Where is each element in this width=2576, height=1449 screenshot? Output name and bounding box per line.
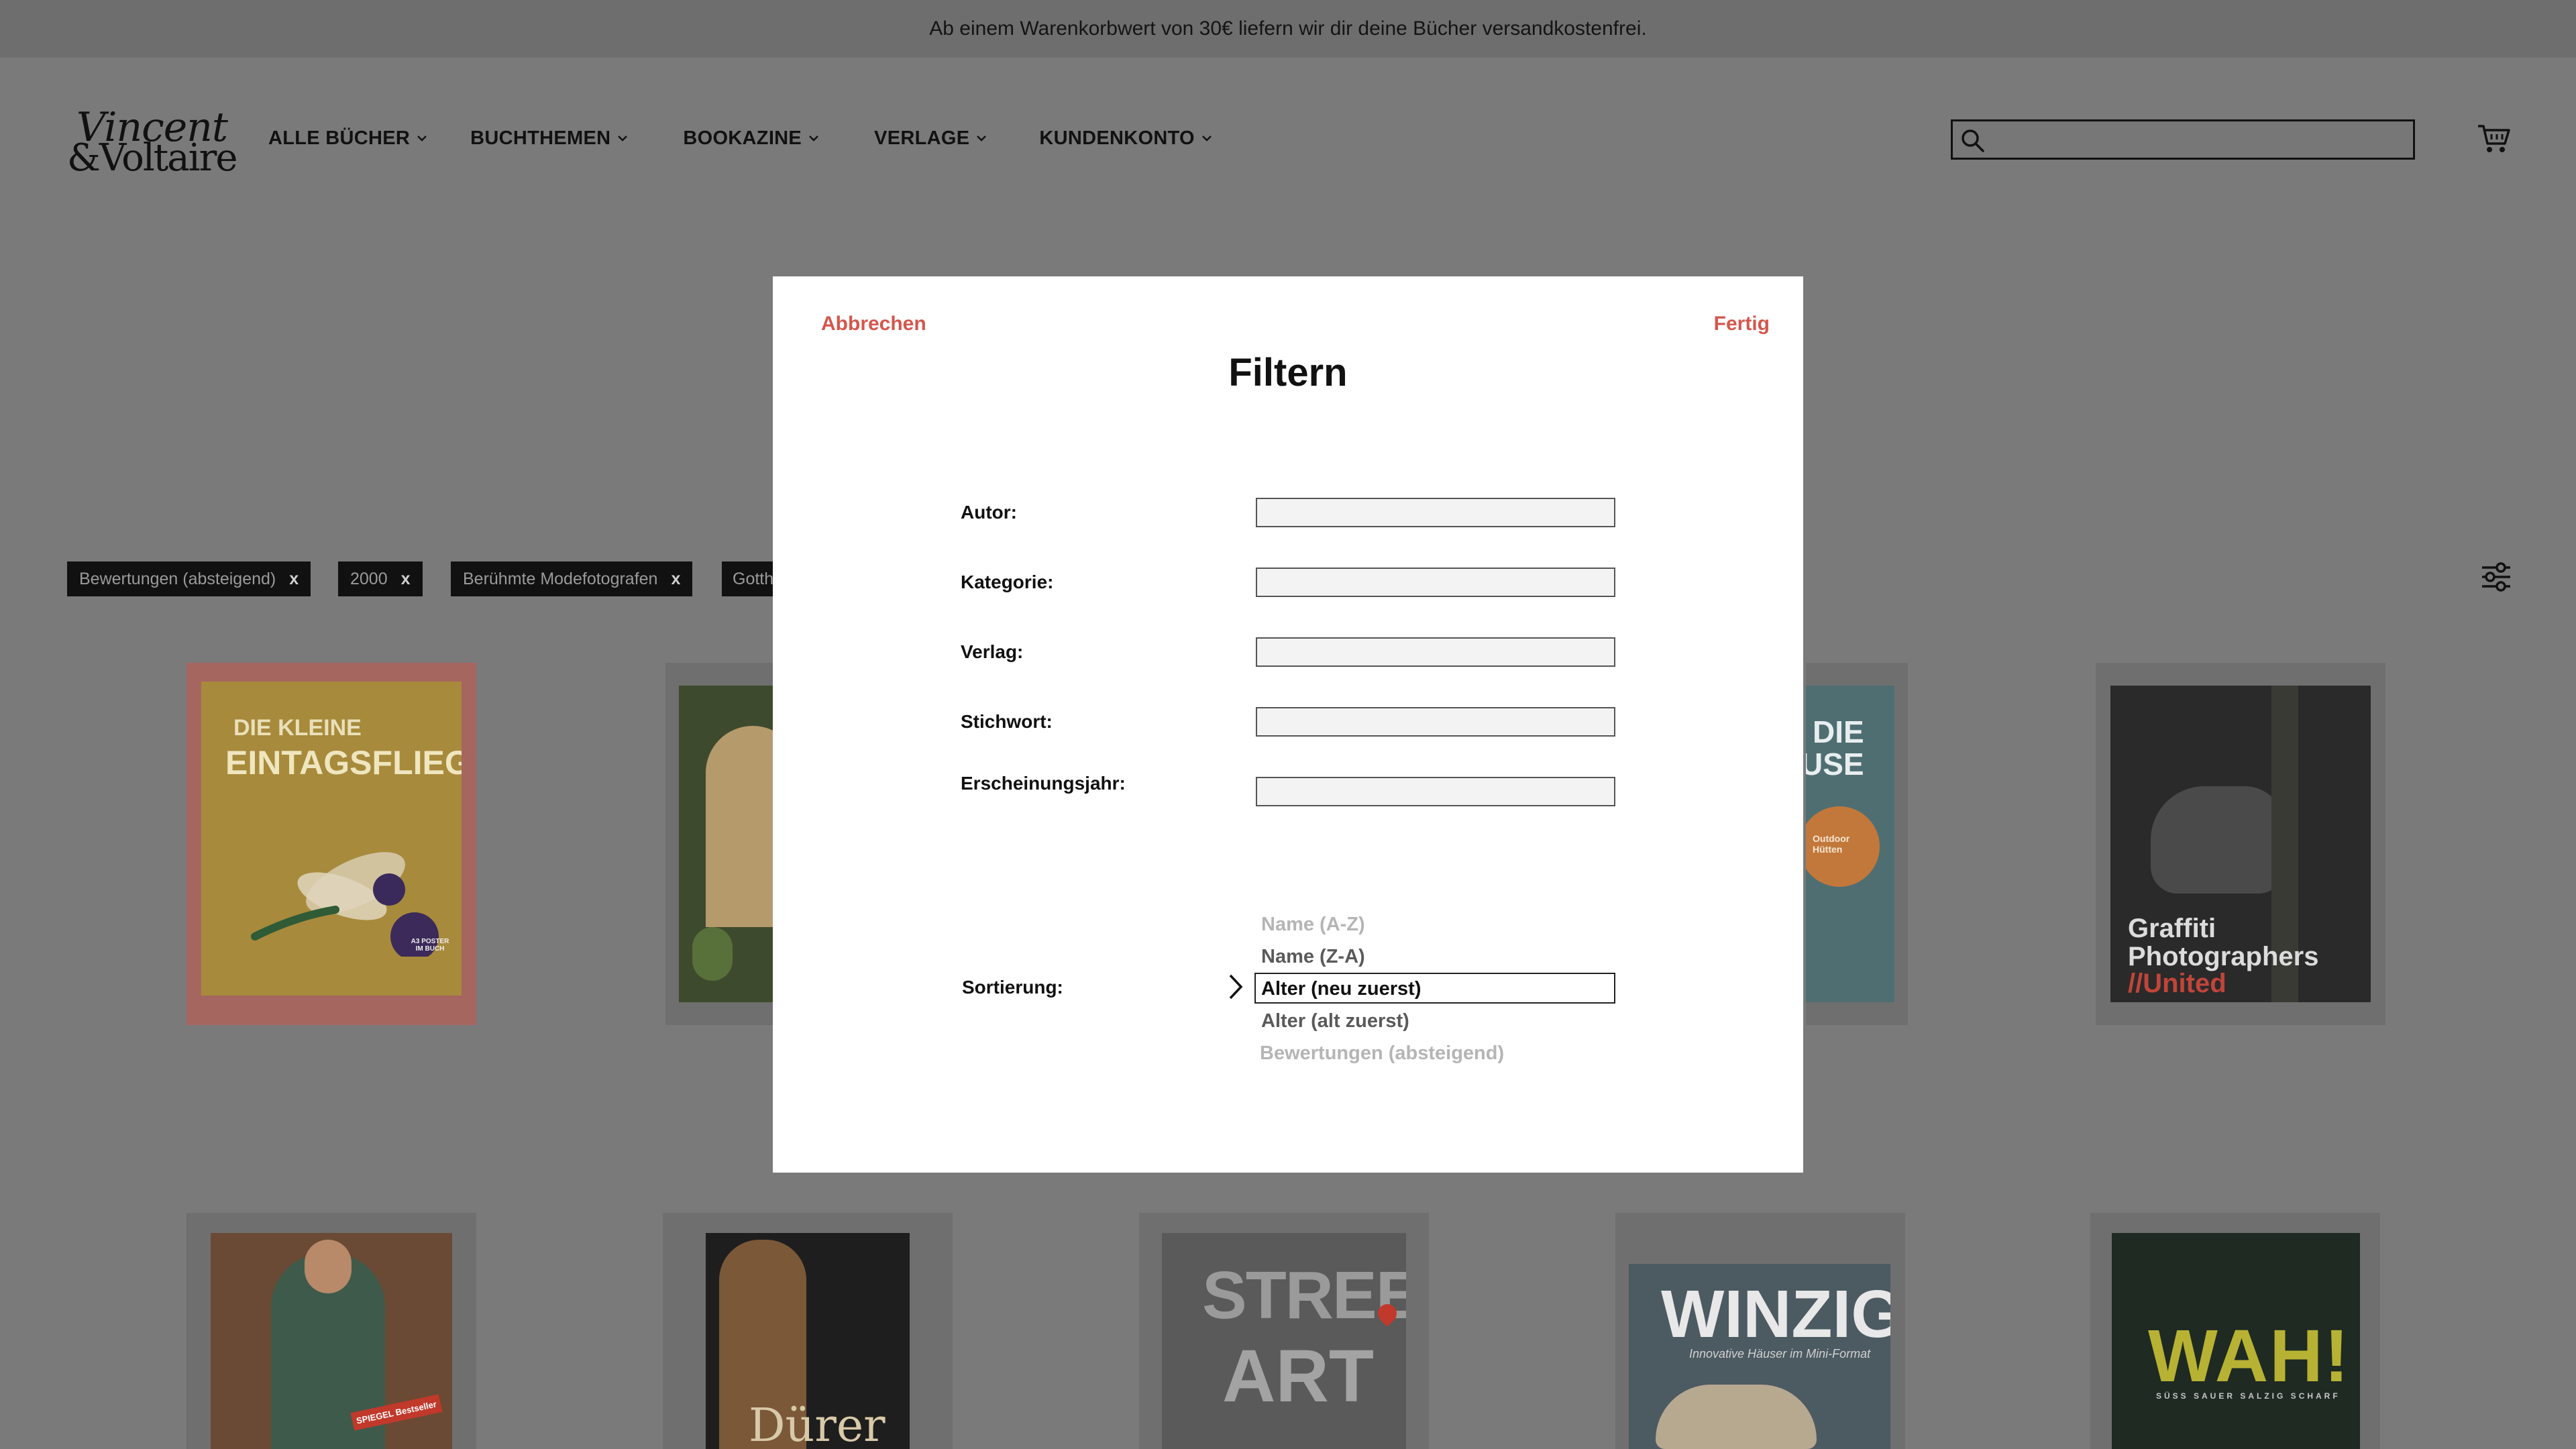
chip-remove-button[interactable]: x [401, 570, 411, 589]
nav-alle-buecher[interactable]: ALLE BÜCHER [268, 127, 427, 150]
cancel-button[interactable]: Abbrechen [821, 313, 926, 335]
book-card[interactable]: DIE USE Outdoor Hütten [1806, 663, 1908, 1025]
nav-label: BUCHTHEMEN [470, 127, 611, 149]
nav-label: VERLAGE [874, 127, 970, 149]
chip-label: Gotth [733, 569, 774, 588]
book-title-line: DIE [1813, 714, 1864, 749]
filter-chip[interactable]: Bewertungen (absteigend) x [67, 561, 311, 596]
book-title-line: Photographers [2128, 942, 2319, 971]
year-label: Erscheinungsjahr: [961, 773, 1126, 794]
author-label: Autor: [961, 502, 1017, 523]
search-input[interactable] [1951, 119, 2415, 160]
sort-option-oldest[interactable]: Alter (alt zuerst) [1261, 1010, 1409, 1032]
chevron-down-icon [1202, 136, 1212, 142]
book-title: Dürer [749, 1399, 885, 1449]
category-field[interactable] [1256, 568, 1615, 597]
nav-label: ALLE BÜCHER [268, 127, 411, 149]
publisher-label: Verlag: [961, 641, 1024, 662]
book-card[interactable]: Dürer [663, 1213, 953, 1449]
cart-icon[interactable] [2477, 123, 2512, 154]
book-title-line: //United [2128, 969, 2226, 998]
book-title-line: STREET [1202, 1258, 1406, 1333]
book-badge: A3 POSTER IM BUCH [411, 938, 449, 953]
sort-option-name-za[interactable]: Name (Z-A) [1261, 946, 1365, 968]
book-card[interactable]: WAH! SÜSS SAUER SALZIG SCHARF [2090, 1213, 2380, 1449]
logo[interactable]: Vincent &Voltaire [67, 104, 237, 180]
nav-kundenkonto[interactable]: KUNDENKONTO [1039, 127, 1212, 150]
chevron-right-icon [1229, 974, 1243, 1000]
chip-label: Bewertungen (absteigend) [79, 569, 276, 588]
nav-label: BOOKAZINE [683, 127, 802, 149]
book-card[interactable]: Graffiti Photographers //United [2096, 663, 2385, 1025]
nav-bookazine[interactable]: BOOKAZINE [683, 127, 819, 150]
main-nav: ALLE BÜCHER BUCHTHEMEN BOOKAZINE VERLAGE… [268, 125, 1255, 152]
done-button[interactable]: Fertig [1714, 313, 1770, 335]
book-card[interactable]: DIE KLEINE EINTAGSFLIEGE A3 POSTER IM BU… [186, 663, 476, 1025]
book-badge: Outdoor Hütten [1813, 833, 1850, 855]
book-tags: SÜSS SAUER SALZIG SCHARF [2156, 1391, 2341, 1401]
book-title-line: EINTAGSFLIEGE [225, 744, 462, 782]
free-shipping-banner: Ab einem Warenkorbwert von 30€ liefern w… [0, 0, 2576, 58]
book-cover: WINZIG Innovative Häuser im Mini-Format [1629, 1264, 1890, 1449]
chevron-down-icon [417, 136, 427, 142]
book-title-line: USE [1806, 747, 1864, 782]
filter-chip[interactable]: Berühmte Modefotografen x [451, 561, 693, 596]
sort-label: Sortierung: [962, 977, 1063, 998]
book-title: WAH! [2148, 1315, 2351, 1397]
chip-label: Berühmte Modefotografen [463, 569, 658, 588]
book-cover: WAH! SÜSS SAUER SALZIG SCHARF [2112, 1233, 2360, 1449]
category-label: Kategorie: [961, 572, 1054, 592]
banner-text: Ab einem Warenkorbwert von 30€ liefern w… [929, 17, 1647, 40]
book-card[interactable]: WINZIG Innovative Häuser im Mini-Format [1615, 1213, 1905, 1449]
book-cover [679, 686, 786, 1002]
nav-buchthemen[interactable]: BUCHTHEMEN [470, 127, 628, 150]
filter-chip[interactable]: 2000 x [338, 561, 423, 596]
nav-verlage[interactable]: VERLAGE [874, 127, 987, 150]
logo-line-2: &Voltaire [67, 136, 237, 180]
book-cover: Dürer [706, 1233, 910, 1449]
year-field[interactable] [1256, 777, 1615, 806]
chevron-down-icon [809, 136, 818, 142]
chip-remove-button[interactable]: x [289, 570, 299, 589]
book-cover: STREET ART [1162, 1233, 1406, 1449]
book-title-line: DIE KLEINE [233, 715, 362, 741]
book-title: WINZIG [1661, 1277, 1890, 1352]
book-cover: DIE KLEINE EINTAGSFLIEGE A3 POSTER IM BU… [201, 682, 462, 996]
chevron-down-icon [618, 136, 628, 142]
filter-modal: Abbrechen Fertig Filtern Autor: Kategori… [773, 276, 1803, 1173]
sort-option-rating[interactable]: Bewertungen (absteigend) [1260, 1042, 1504, 1065]
book-card[interactable]: SPIEGEL Bestseller [186, 1213, 476, 1449]
sort-option-name-az[interactable]: Name (A-Z) [1261, 914, 1365, 936]
chevron-down-icon [977, 136, 987, 142]
book-cover: SPIEGEL Bestseller [211, 1233, 452, 1449]
search-icon [1962, 129, 1984, 152]
author-field[interactable] [1256, 498, 1615, 527]
keyword-field[interactable] [1256, 707, 1615, 737]
book-card[interactable]: STREET ART [1139, 1213, 1429, 1449]
keyword-label: Stichwort: [961, 711, 1053, 732]
book-subtitle: Innovative Häuser im Mini-Format [1689, 1347, 1871, 1360]
book-cover: Graffiti Photographers //United [2110, 686, 2371, 1002]
book-title-line: ART [1222, 1335, 1375, 1417]
book-cover: DIE USE Outdoor Hütten [1806, 686, 1894, 1002]
chip-label: 2000 [350, 569, 388, 588]
book-title-line: Graffiti [2128, 914, 2216, 943]
publisher-field[interactable] [1256, 637, 1615, 667]
sort-option-newest[interactable]: Alter (neu zuerst) [1261, 978, 1421, 1000]
nav-label: KUNDENKONTO [1039, 127, 1195, 149]
filter-chip[interactable]: Gotth [722, 561, 775, 596]
chip-remove-button[interactable]: x [671, 570, 680, 589]
filter-settings-icon[interactable] [2481, 562, 2512, 592]
modal-title: Filtern [1228, 351, 1348, 394]
